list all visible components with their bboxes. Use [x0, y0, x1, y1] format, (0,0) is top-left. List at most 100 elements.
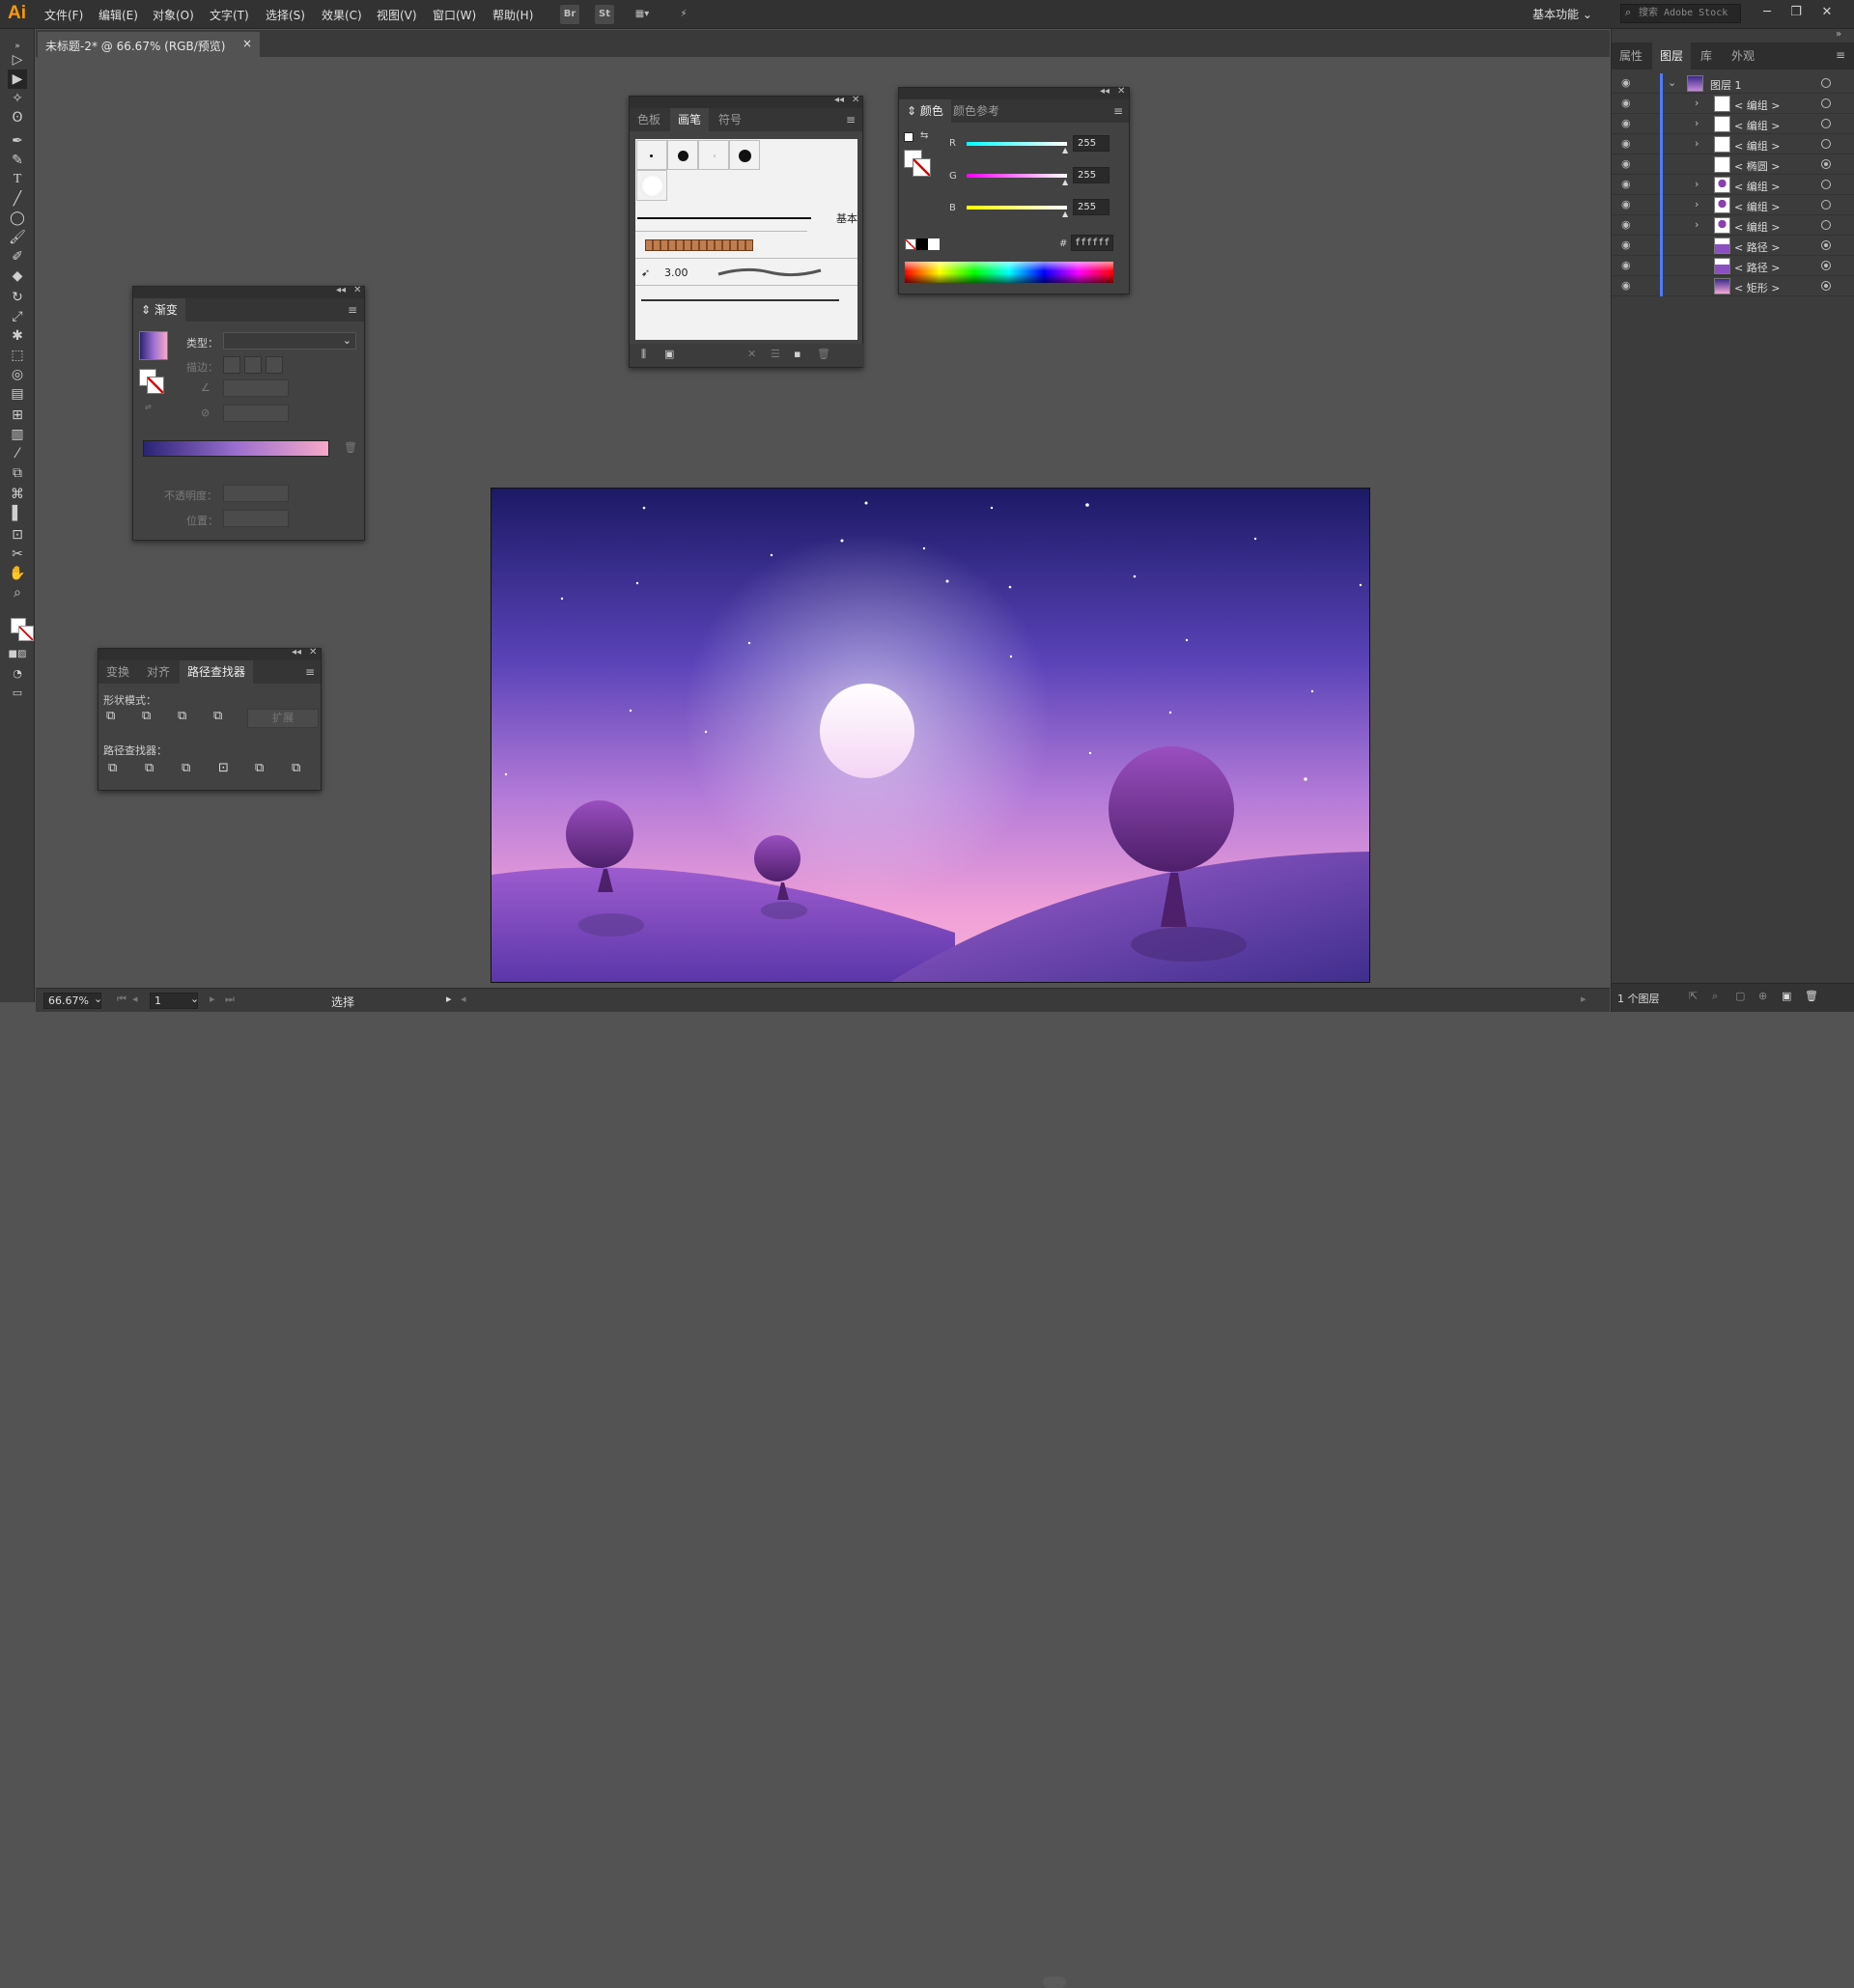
visibility-eye-icon[interactable]: ◉: [1621, 198, 1631, 210]
layer-item-target-icon[interactable]: [1821, 240, 1831, 250]
layer-item-target-icon[interactable]: [1821, 139, 1831, 149]
panel-menu-icon[interactable]: ≡: [846, 113, 856, 126]
rotate-tool-icon[interactable]: ↻: [8, 288, 27, 307]
layer-item-row[interactable]: ◉ › < 编组 >: [1612, 94, 1854, 114]
hex-input[interactable]: ffffff: [1071, 235, 1113, 251]
puppet-warp-tool-icon[interactable]: ✱: [8, 326, 27, 346]
delete-brush-icon[interactable]: 🗑: [817, 348, 830, 360]
tab-color[interactable]: ⇕ 颜色: [899, 99, 951, 123]
expand-group-icon[interactable]: ›: [1695, 137, 1699, 150]
artboard-tool-icon[interactable]: ⊡: [8, 525, 27, 545]
layer-item-target-icon[interactable]: [1821, 98, 1831, 108]
tab-libraries[interactable]: 库: [1693, 42, 1720, 70]
paintbrush-tool-icon[interactable]: 🖌: [8, 228, 27, 247]
artboard[interactable]: [491, 488, 1370, 983]
brush-soft-round[interactable]: [636, 170, 667, 201]
tab-brushes[interactable]: 画笔: [670, 108, 710, 131]
close-icon[interactable]: ✕: [852, 95, 859, 105]
layer-item-target-icon[interactable]: [1821, 119, 1831, 128]
status-menu-icon[interactable]: ▸: [446, 993, 452, 1005]
color-spectrum[interactable]: [905, 262, 1113, 283]
visibility-eye-icon[interactable]: ◉: [1621, 117, 1631, 129]
minus-front-icon[interactable]: ⧉: [142, 709, 159, 726]
divide-icon[interactable]: ⧉: [108, 761, 126, 778]
layer-item-row[interactable]: ◉ < 矩形 >: [1612, 276, 1854, 296]
tab-appearance[interactable]: 外观: [1724, 42, 1762, 70]
location-field[interactable]: [223, 510, 289, 527]
brush-pattern[interactable]: [635, 232, 857, 259]
screen-mode-icon[interactable]: ▭: [8, 684, 27, 703]
brush-dot-faint[interactable]: [698, 140, 729, 170]
brushes-panel-header[interactable]: ◂◂ ✕: [630, 95, 862, 108]
brush-dot-large[interactable]: [729, 140, 760, 170]
collapse-icon[interactable]: ◂◂: [1100, 86, 1110, 97]
menu-select[interactable]: 选择(S): [266, 7, 305, 23]
new-sublayer-icon[interactable]: ⊕: [1758, 990, 1767, 1002]
opacity-field[interactable]: [223, 485, 289, 502]
blend-tool-icon[interactable]: ⧉: [8, 463, 27, 483]
prev-artboard-icon[interactable]: ◂: [132, 993, 138, 1005]
tab-layers[interactable]: 图层: [1652, 42, 1692, 70]
visibility-eye-icon[interactable]: ◉: [1621, 157, 1631, 170]
menu-edit[interactable]: 编辑(E): [98, 7, 138, 23]
layer-item-target-icon[interactable]: [1821, 220, 1831, 230]
layer-item-row[interactable]: ◉ < 路径 >: [1612, 256, 1854, 276]
symbol-sprayer-tool-icon[interactable]: ⌘: [8, 485, 27, 504]
stroke-swatch[interactable]: [18, 626, 34, 641]
brush-dot-small[interactable]: [636, 140, 667, 170]
menu-type[interactable]: 文字(T): [210, 7, 249, 23]
swap-colors-icon[interactable]: ⇆: [920, 130, 928, 141]
layer-item-target-icon[interactable]: [1821, 159, 1831, 169]
direct-selection-tool-icon[interactable]: ▶: [8, 70, 27, 89]
angle-field[interactable]: [223, 379, 289, 397]
expand-group-icon[interactable]: ›: [1695, 117, 1699, 129]
zoom-dropdown-icon[interactable]: ⌄: [94, 993, 102, 1005]
menu-file[interactable]: 文件(F): [44, 7, 83, 23]
visibility-eye-icon[interactable]: ◉: [1621, 137, 1631, 150]
expand-group-icon[interactable]: ›: [1695, 97, 1699, 109]
expand-group-icon[interactable]: ›: [1695, 198, 1699, 210]
panel-menu-icon[interactable]: ≡: [1113, 104, 1123, 118]
arrange-documents-icon[interactable]: ▦▾: [628, 5, 657, 24]
channel-g-handle[interactable]: ▲: [1062, 178, 1068, 186]
gradient-tool-icon[interactable]: ▥: [8, 425, 27, 444]
menu-object[interactable]: 对象(O): [153, 7, 194, 23]
layer-item-row[interactable]: ◉ < 椭圆 >: [1612, 154, 1854, 175]
reverse-gradient-icon[interactable]: ⇄: [145, 403, 152, 411]
collapse-icon[interactable]: ◂◂: [834, 95, 844, 105]
workspace-switcher[interactable]: 基本功能 ⌄: [1532, 6, 1592, 22]
crop-icon[interactable]: ⊡: [218, 761, 236, 778]
layer-item-row[interactable]: ◉ › < 编组 >: [1612, 215, 1854, 236]
gradient-slider[interactable]: [143, 440, 329, 457]
color-stroke-swatch[interactable]: [913, 158, 931, 177]
none-swatch[interactable]: [905, 238, 916, 250]
menu-help[interactable]: 帮助(H): [492, 7, 533, 23]
selection-tool-icon[interactable]: ▷: [8, 50, 27, 70]
line-tool-icon[interactable]: ╱: [8, 189, 27, 209]
document-tab[interactable]: 未标题-2* @ 66.67% (RGB/预览) ×: [38, 32, 260, 57]
collapse-icon[interactable]: ◂◂: [336, 285, 346, 295]
draw-mode-icon[interactable]: ◔: [8, 664, 27, 684]
zoom-field[interactable]: 66.67%: [43, 993, 101, 1009]
magic-wand-tool-icon[interactable]: ✧: [8, 89, 27, 108]
horizontal-scrollbar[interactable]: [1043, 1976, 1066, 1988]
tab-color-guide[interactable]: 颜色参考: [945, 99, 1007, 123]
delete-layer-icon[interactable]: 🗑: [1805, 990, 1818, 1002]
close-window-button[interactable]: ✕: [1815, 3, 1839, 22]
channel-b-handle[interactable]: ▲: [1062, 210, 1068, 218]
visibility-eye-icon[interactable]: ◉: [1621, 97, 1631, 109]
remove-brush-stroke-icon[interactable]: ✕: [747, 348, 756, 360]
aspect-ratio-field[interactable]: [223, 405, 289, 422]
minimize-button[interactable]: ─: [1756, 3, 1779, 22]
stock-search-input[interactable]: 搜索 Adobe Stock: [1620, 4, 1741, 23]
default-colors-icon[interactable]: [904, 132, 913, 142]
tab-swatches[interactable]: 色板: [630, 108, 668, 131]
clipping-mask-icon[interactable]: ▢: [1735, 990, 1745, 1002]
gradient-stroke-swatch[interactable]: [147, 377, 164, 394]
tab-symbols[interactable]: 符号: [711, 108, 749, 131]
pen-tool-icon[interactable]: ✒: [8, 131, 27, 151]
lasso-tool-icon[interactable]: ʘ: [8, 108, 27, 127]
gradient-type-select[interactable]: ⌄: [223, 332, 356, 350]
channel-r-handle[interactable]: ▲: [1062, 146, 1068, 154]
tab-properties[interactable]: 属性: [1612, 42, 1650, 70]
